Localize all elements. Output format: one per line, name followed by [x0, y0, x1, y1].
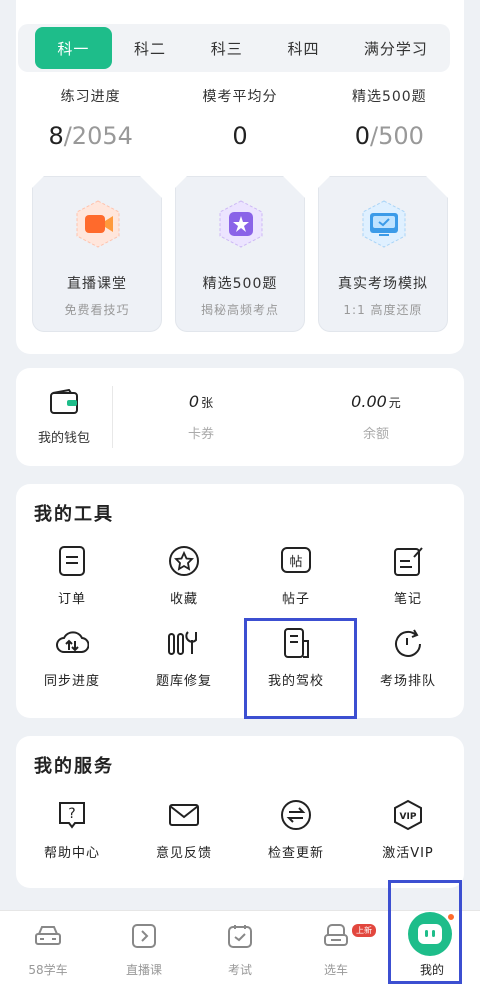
- balance-value: 0.00 元: [351, 392, 401, 411]
- play-icon: [129, 921, 159, 951]
- nav-58-learn-car[interactable]: 58学车: [8, 921, 88, 978]
- selected-500[interactable]: 精选500题 0/500: [315, 86, 464, 150]
- wallet-icon: [49, 388, 79, 419]
- service-check-update-label: 检查更新: [267, 846, 324, 861]
- services-title: 我的服务: [34, 756, 114, 777]
- nav-live-class[interactable]: 直播课: [104, 921, 184, 978]
- star-book-icon: [216, 199, 266, 249]
- stats-row: 练习进度 8/2054 模考平均分 0 精选500题 0/500: [16, 86, 464, 150]
- monitor-check-icon: [359, 199, 409, 249]
- coupons-value: 0张: [188, 392, 214, 411]
- tools-title: 我的工具: [34, 504, 114, 525]
- practice-progress-value: 8/2054: [48, 122, 133, 150]
- tool-notes[interactable]: 笔记: [356, 544, 460, 607]
- service-help-center[interactable]: ? 帮助中心: [20, 798, 124, 861]
- mock-average-label: 模考平均分: [202, 89, 278, 105]
- service-activate-vip[interactable]: VIP 激活VIP: [356, 798, 460, 861]
- tool-notes-label: 笔记: [393, 592, 422, 607]
- tile-exam-simulation[interactable]: 真实考场模拟 1:1 高度还原: [318, 176, 448, 332]
- tile-live-class-subtitle: 免费看技巧: [64, 303, 130, 317]
- practice-progress[interactable]: 练习进度 8/2054: [16, 86, 165, 150]
- note-icon: [391, 544, 425, 578]
- selected-500-value: 0/500: [354, 122, 424, 150]
- feature-tiles: 直播课堂 免费看技巧 精选500题 揭秘高频考点 真实考场模拟 1:1 高度还原: [32, 176, 448, 332]
- post-icon: 帖: [279, 544, 313, 578]
- tool-order[interactable]: 订单: [20, 544, 124, 607]
- highlight-my-school: [244, 618, 357, 719]
- star-icon: [167, 544, 201, 578]
- tab-subject-1[interactable]: 科一: [35, 27, 112, 69]
- practice-progress-label: 练习进度: [60, 89, 121, 105]
- tools-card: 我的工具 订单 收藏 帖 帖子 笔记 同步进度 题库修复 我的驾校 考场排队: [16, 484, 464, 718]
- tile-live-class[interactable]: 直播课堂 免费看技巧: [32, 176, 162, 332]
- tile-live-class-title: 直播课堂: [67, 276, 127, 292]
- nav-exam[interactable]: 考试: [200, 921, 280, 978]
- tile-selected-500[interactable]: 精选500题 揭秘高频考点: [175, 176, 305, 332]
- repair-icon: [167, 626, 201, 660]
- tool-favorite[interactable]: 收藏: [132, 544, 236, 607]
- tile-exam-simulation-title: 真实考场模拟: [338, 276, 428, 292]
- tool-repair-bank[interactable]: 题库修复: [132, 626, 236, 689]
- svg-text:VIP: VIP: [400, 812, 417, 822]
- divider: [112, 386, 113, 448]
- highlight-mine: [388, 880, 462, 984]
- tile-selected-500-title: 精选500题: [202, 276, 278, 292]
- balance[interactable]: 0.00 元 余额: [336, 392, 416, 442]
- tool-posts-label: 帖子: [281, 592, 310, 607]
- service-activate-vip-label: 激活VIP: [382, 846, 434, 861]
- tab-full-score[interactable]: 满分学习: [342, 27, 450, 69]
- svg-text:?: ?: [68, 806, 75, 822]
- update-icon: [279, 798, 313, 832]
- tool-order-label: 订单: [57, 592, 86, 607]
- my-wallet[interactable]: 我的钱包: [16, 368, 112, 466]
- nav-choose-car-label: 选车: [323, 963, 348, 977]
- service-check-update[interactable]: 检查更新: [244, 798, 348, 861]
- tool-sync-progress-label: 同步进度: [43, 674, 100, 689]
- balance-label: 余额: [362, 427, 389, 442]
- mock-average-value: 0: [232, 122, 248, 150]
- mail-icon: [167, 798, 201, 832]
- service-feedback-label: 意见反馈: [155, 846, 212, 861]
- order-icon: [55, 544, 89, 578]
- selected-500-label: 精选500题: [351, 89, 427, 105]
- tool-sync-progress[interactable]: 同步进度: [20, 626, 124, 689]
- nav-live-class-label: 直播课: [125, 963, 162, 977]
- car-icon: [33, 921, 63, 951]
- tool-posts[interactable]: 帖 帖子: [244, 544, 348, 607]
- new-badge: 上新: [352, 924, 376, 937]
- tab-subject-3[interactable]: 科三: [188, 27, 265, 69]
- mock-average[interactable]: 模考平均分 0: [165, 86, 314, 150]
- tool-exam-queue[interactable]: 考场排队: [356, 626, 460, 689]
- exam-icon: [225, 921, 255, 951]
- service-feedback[interactable]: 意见反馈: [132, 798, 236, 861]
- tile-selected-500-subtitle: 揭秘高频考点: [200, 303, 279, 317]
- svg-text:帖: 帖: [289, 555, 302, 570]
- video-camera-icon: [73, 199, 123, 249]
- subject-tabs: 科一 科二 科三 科四 满分学习: [18, 24, 450, 72]
- vip-icon: VIP: [391, 798, 425, 832]
- nav-58-learn-car-label: 58学车: [28, 963, 68, 977]
- service-help-center-label: 帮助中心: [43, 846, 100, 861]
- seat-icon: [321, 921, 351, 951]
- tile-exam-simulation-subtitle: 1:1 高度还原: [343, 303, 423, 317]
- nav-exam-label: 考试: [227, 963, 252, 977]
- tool-exam-queue-label: 考场排队: [379, 674, 436, 689]
- tool-repair-bank-label: 题库修复: [155, 674, 212, 689]
- coupons[interactable]: 0张 卡券: [166, 392, 236, 442]
- coupons-label: 卡券: [187, 427, 214, 442]
- help-icon: ?: [55, 798, 89, 832]
- tab-subject-2[interactable]: 科二: [112, 27, 189, 69]
- wallet-card: 我的钱包 0张 卡券 0.00 元 余额: [16, 368, 464, 466]
- my-wallet-label: 我的钱包: [37, 430, 90, 446]
- tool-favorite-label: 收藏: [169, 592, 198, 607]
- tab-subject-4[interactable]: 科四: [265, 27, 342, 69]
- queue-timer-icon: [391, 626, 425, 660]
- services-card: 我的服务 ? 帮助中心 意见反馈 检查更新 VIP 激活VIP: [16, 736, 464, 888]
- cloud-sync-icon: [55, 626, 89, 660]
